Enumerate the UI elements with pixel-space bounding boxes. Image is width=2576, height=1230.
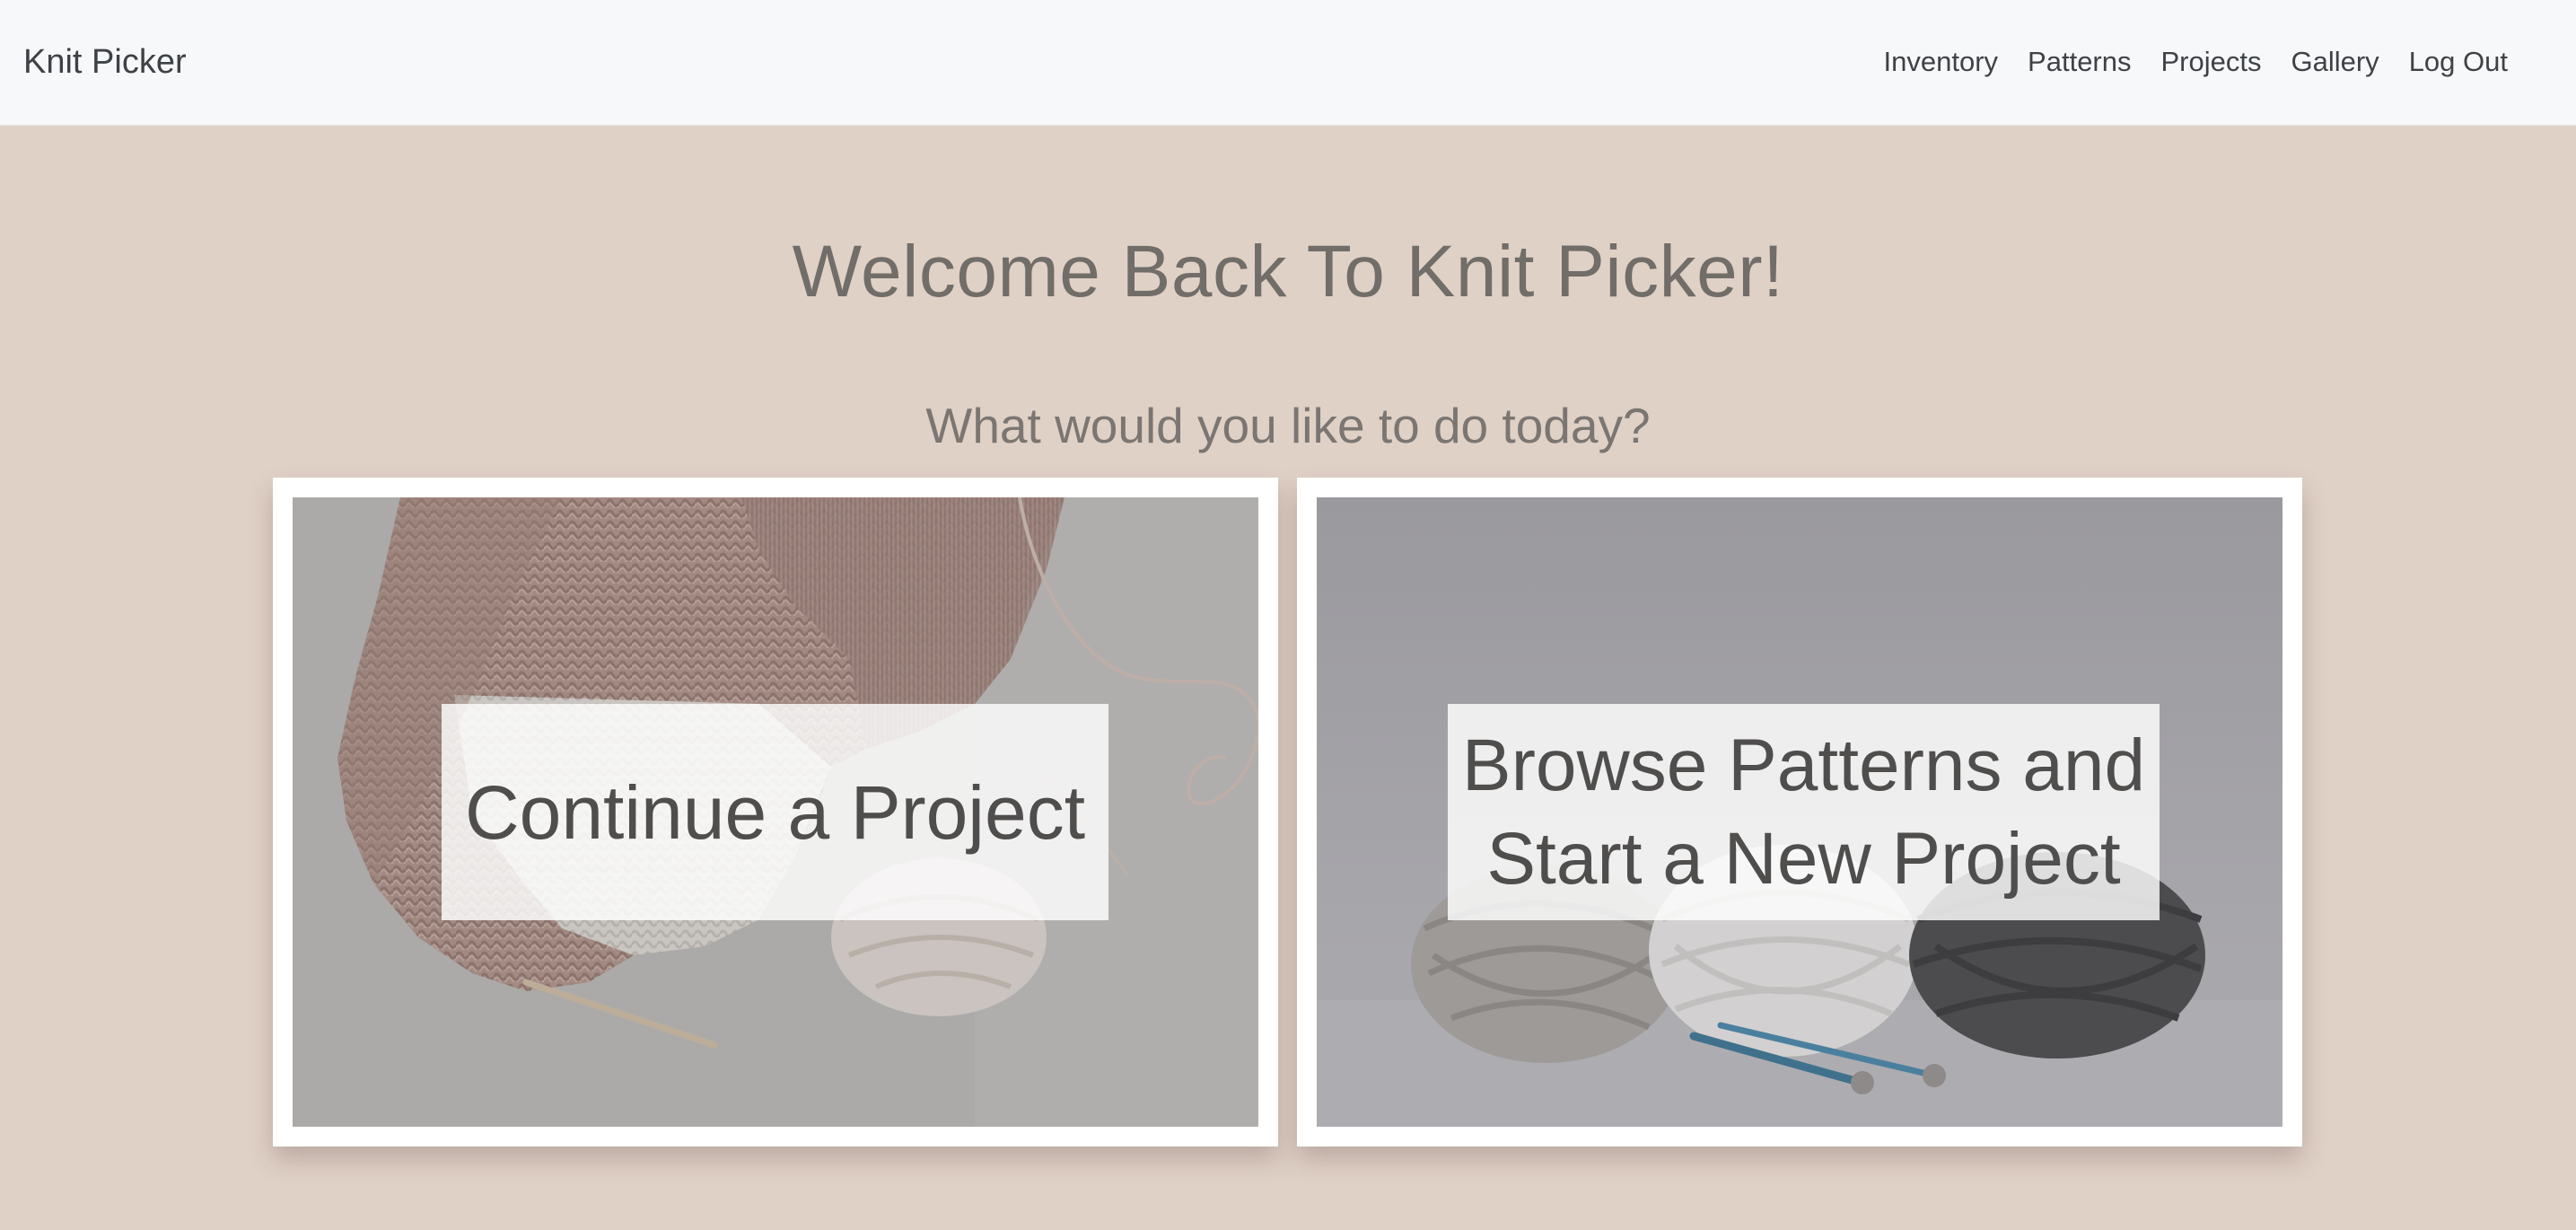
top-navbar: Knit Picker Inventory Patterns Projects … (0, 0, 2576, 126)
nav-link-gallery[interactable]: Gallery (2291, 38, 2379, 86)
continue-project-card[interactable]: Continue a Project (273, 478, 1278, 1147)
nav-link-projects[interactable]: Projects (2161, 38, 2262, 86)
browse-patterns-label-line2: Start a New Project (1486, 817, 2121, 900)
knitted-sweater-photo: Continue a Project (293, 497, 1258, 1127)
browse-patterns-label-line1: Browse Patterns and (1461, 724, 2146, 806)
yarn-balls-photo: Browse Patterns and Start a New Project (1317, 497, 2282, 1127)
continue-project-label-box: Continue a Project (442, 704, 1108, 920)
page-title: Welcome Back To Knit Picker! (792, 230, 1784, 312)
browse-patterns-card[interactable]: Browse Patterns and Start a New Project (1297, 478, 2302, 1147)
nav-link-inventory[interactable]: Inventory (1884, 38, 1999, 86)
page-subtitle: What would you like to do today? (925, 397, 1651, 453)
nav-links: Inventory Patterns Projects Gallery Log … (1884, 38, 2508, 86)
nav-link-log-out[interactable]: Log Out (2409, 38, 2508, 86)
browse-patterns-label-box: Browse Patterns and Start a New Project (1448, 704, 2160, 920)
continue-project-label: Continue a Project (464, 769, 1086, 855)
nav-link-patterns[interactable]: Patterns (2028, 38, 2131, 86)
browse-patterns-label: Browse Patterns and Start a New Project (1462, 719, 2145, 906)
brand-link[interactable]: Knit Picker (23, 38, 187, 86)
